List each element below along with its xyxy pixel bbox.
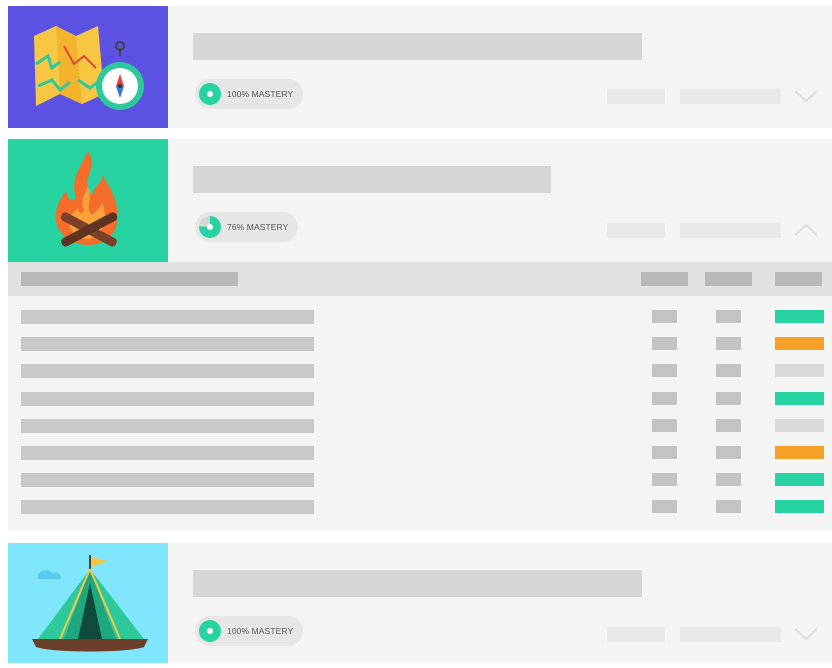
- unit-meta-placeholder: [607, 223, 665, 238]
- table-row[interactable]: [8, 391, 832, 406]
- mastery-label: 76% MASTERY: [227, 222, 289, 232]
- chevron-down-icon[interactable]: [793, 88, 819, 104]
- tent-illustration: [8, 543, 168, 663]
- header-col-placeholder: [775, 272, 822, 286]
- header-name-placeholder: [21, 272, 238, 286]
- mastery-badge: 100% MASTERY: [195, 616, 304, 646]
- lesson-col-placeholder: [652, 473, 677, 487]
- lesson-name-placeholder: [21, 418, 314, 433]
- mastery-badge: 76% MASTERY: [195, 212, 299, 242]
- lesson-status-bar: [775, 446, 824, 459]
- mastery-label: 100% MASTERY: [227, 89, 294, 99]
- lesson-col-placeholder: [716, 500, 741, 514]
- lesson-name-placeholder: [21, 310, 314, 324]
- table-row[interactable]: [8, 418, 832, 433]
- lesson-name-placeholder: [21, 473, 314, 488]
- lesson-col-placeholder: [716, 310, 741, 323]
- lesson-table: [8, 262, 832, 530]
- lesson-col-placeholder: [716, 364, 741, 378]
- lesson-col-placeholder: [652, 418, 677, 432]
- lesson-status-bar: [775, 418, 824, 432]
- mastery-label: 100% MASTERY: [227, 626, 294, 636]
- lesson-col-placeholder: [716, 446, 741, 459]
- unit-meta-placeholder: [607, 627, 665, 642]
- mastery-ring-icon: [199, 216, 221, 238]
- mastery-ring-icon: [199, 83, 221, 105]
- unit-meta-placeholder: [607, 89, 665, 104]
- lesson-col-placeholder: [652, 337, 677, 351]
- lesson-name-placeholder: [21, 364, 314, 379]
- lesson-name-placeholder: [21, 500, 314, 515]
- lesson-status-bar: [775, 391, 824, 405]
- lesson-col-placeholder: [716, 391, 741, 405]
- lesson-status-bar: [775, 364, 824, 378]
- unit-card-3[interactable]: 100% MASTERY: [8, 543, 832, 663]
- table-row[interactable]: [8, 446, 832, 460]
- lesson-col-placeholder: [652, 446, 677, 459]
- unit-title-placeholder: [193, 33, 642, 60]
- table-row[interactable]: [8, 310, 832, 324]
- chevron-up-icon[interactable]: [793, 222, 819, 238]
- lesson-col-placeholder: [652, 310, 677, 323]
- mastery-ring-icon: [199, 620, 221, 642]
- lesson-col-placeholder: [652, 500, 677, 514]
- lesson-name-placeholder: [21, 337, 314, 352]
- unit-card-2[interactable]: 76% MASTERY: [8, 139, 832, 262]
- lesson-status-bar: [775, 310, 824, 323]
- unit-meta-placeholder: [680, 627, 781, 642]
- chevron-down-icon[interactable]: [793, 626, 819, 642]
- lesson-col-placeholder: [716, 473, 741, 487]
- table-row[interactable]: [8, 364, 832, 379]
- lesson-name-placeholder: [21, 446, 314, 460]
- table-row[interactable]: [8, 473, 832, 488]
- lesson-name-placeholder: [21, 391, 314, 406]
- header-col-placeholder: [705, 272, 752, 286]
- lesson-status-bar: [775, 500, 824, 514]
- header-col-placeholder: [641, 272, 688, 286]
- unit-meta-placeholder: [680, 223, 781, 238]
- unit-meta-placeholder: [680, 89, 781, 104]
- unit-title-placeholder: [193, 166, 551, 193]
- table-row[interactable]: [8, 500, 832, 515]
- lesson-col-placeholder: [716, 418, 741, 432]
- mastery-badge: 100% MASTERY: [195, 79, 304, 109]
- lesson-col-placeholder: [652, 364, 677, 378]
- lesson-status-bar: [775, 473, 824, 487]
- unit-card-1[interactable]: 100% MASTERY: [8, 6, 832, 128]
- table-row[interactable]: [8, 337, 832, 352]
- lesson-col-placeholder: [652, 391, 677, 405]
- campfire-illustration: [8, 139, 168, 262]
- unit-title-placeholder: [193, 570, 642, 597]
- lesson-table-header: [8, 262, 832, 296]
- lesson-status-bar: [775, 337, 824, 351]
- lesson-col-placeholder: [716, 337, 741, 351]
- map-compass-illustration: [8, 6, 168, 128]
